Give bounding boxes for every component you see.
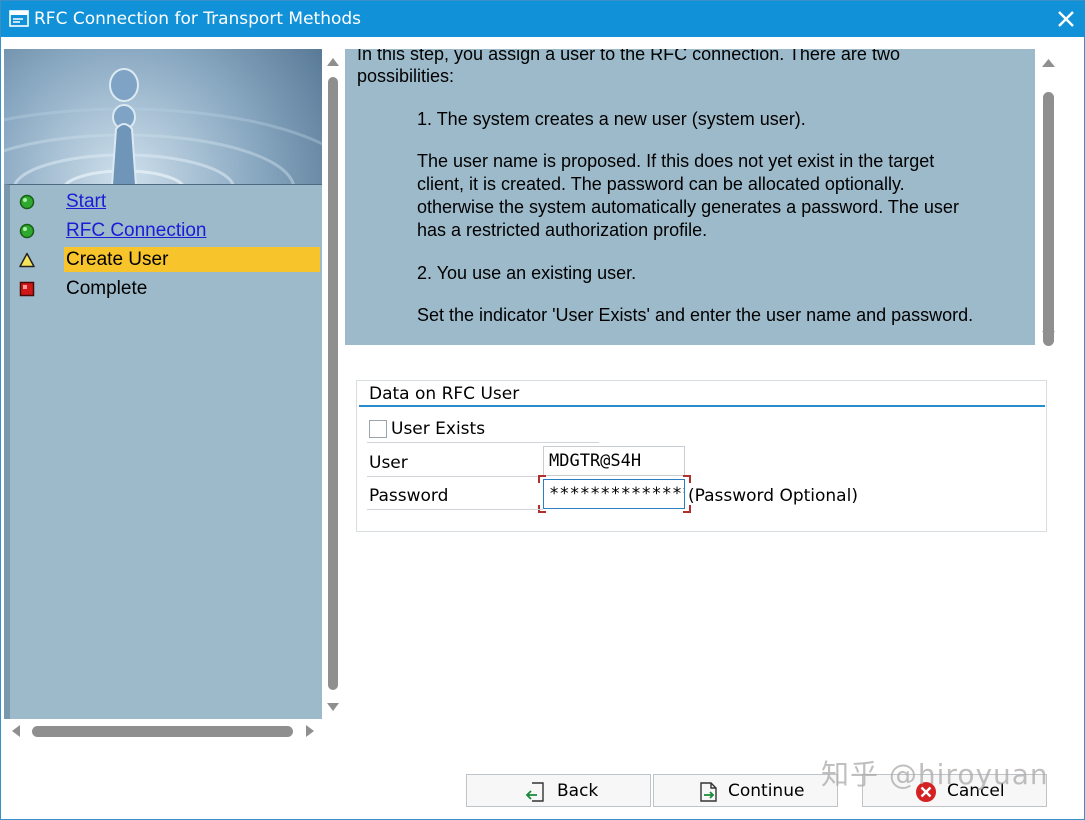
title-bar: RFC Connection for Transport Methods xyxy=(1,1,1085,37)
scrollbar-thumb[interactable] xyxy=(328,77,338,690)
nav-step-create-user[interactable]: Create User xyxy=(10,247,320,272)
row-divider xyxy=(367,476,543,477)
password-label: Password xyxy=(369,486,449,506)
nav-vertical-scrollbar[interactable] xyxy=(322,49,343,719)
back-button-label: Back xyxy=(557,781,599,801)
nav-horizontal-scrollbar[interactable] xyxy=(4,719,322,743)
password-input[interactable]: ************** xyxy=(543,479,685,509)
nav-step-label[interactable]: Start xyxy=(64,189,320,214)
close-icon[interactable] xyxy=(1056,9,1076,29)
nav-step-label: Create User xyxy=(64,247,320,272)
warning-triangle-icon xyxy=(19,252,35,268)
scrollbar-thumb[interactable] xyxy=(1043,92,1054,346)
nav-step-complete[interactable]: Complete xyxy=(10,276,320,301)
option-one-detail-line: has a restricted authorization profile. xyxy=(417,220,708,240)
user-exists-label: User Exists xyxy=(391,419,486,439)
nav-step-rfc-connection[interactable]: RFC Connection xyxy=(10,218,320,243)
status-green-icon xyxy=(19,223,35,239)
window-title: RFC Connection for Transport Methods xyxy=(34,9,362,29)
continue-button-label: Continue xyxy=(728,781,805,801)
intro-text-line: In this step, you assign a user to the R… xyxy=(357,49,900,64)
row-divider xyxy=(367,509,543,510)
scroll-right-arrow-icon[interactable] xyxy=(306,725,314,737)
option-two-detail: Set the indicator 'User Exists' and ente… xyxy=(417,305,974,325)
row-divider xyxy=(367,442,599,443)
step-description-panel: In this step, you assign a user to the R… xyxy=(345,49,1035,345)
scroll-down-arrow-icon[interactable] xyxy=(1042,331,1055,339)
option-one-detail-line: otherwise the system automatically gener… xyxy=(417,197,959,217)
user-input[interactable]: MDGTR@S4H xyxy=(543,446,685,476)
option-one-detail-line: client, it is created. The password can … xyxy=(417,174,905,194)
wizard-window: RFC Connection for Transport Methods Sta… xyxy=(0,0,1085,820)
scrollbar-thumb[interactable] xyxy=(32,726,293,737)
intro-text-line: possibilities: xyxy=(357,66,455,86)
scroll-left-arrow-icon[interactable] xyxy=(12,725,20,737)
scroll-up-arrow-icon[interactable] xyxy=(327,58,339,66)
status-green-icon xyxy=(19,194,35,210)
continue-document-icon xyxy=(700,782,717,802)
option-one-title: 1. The system creates a new user (system… xyxy=(417,109,806,129)
nav-step-label[interactable]: RFC Connection xyxy=(64,218,320,243)
option-two-title: 2. You use an existing user. xyxy=(417,263,637,283)
status-red-icon xyxy=(19,281,35,297)
nav-step-label: Complete xyxy=(66,278,148,299)
back-arrow-icon xyxy=(525,782,544,802)
scroll-up-arrow-icon[interactable] xyxy=(1042,59,1055,67)
water-drop-banner-image xyxy=(4,49,322,185)
app-window-icon xyxy=(9,10,29,27)
user-label: User xyxy=(369,453,408,473)
group-title-divider xyxy=(359,405,1045,407)
back-button[interactable]: Back xyxy=(466,774,651,807)
user-exists-checkbox[interactable] xyxy=(369,420,387,438)
nav-step-start[interactable]: Start xyxy=(10,189,320,214)
watermark-text: 知乎 @hiroyuan xyxy=(821,758,1049,791)
wizard-steps-list: Start RFC Connection Create User Complet… xyxy=(4,184,322,719)
option-one-detail-line: The user name is proposed. If this does … xyxy=(417,151,935,171)
continue-button[interactable]: Continue xyxy=(653,774,838,807)
rfc-user-group-box: Data on RFC User User Exists User MDGTR@… xyxy=(356,380,1047,532)
description-vertical-scrollbar[interactable] xyxy=(1037,49,1059,346)
group-title: Data on RFC User xyxy=(369,384,520,404)
scroll-down-arrow-icon[interactable] xyxy=(327,703,339,711)
password-hint: (Password Optional) xyxy=(688,486,858,506)
